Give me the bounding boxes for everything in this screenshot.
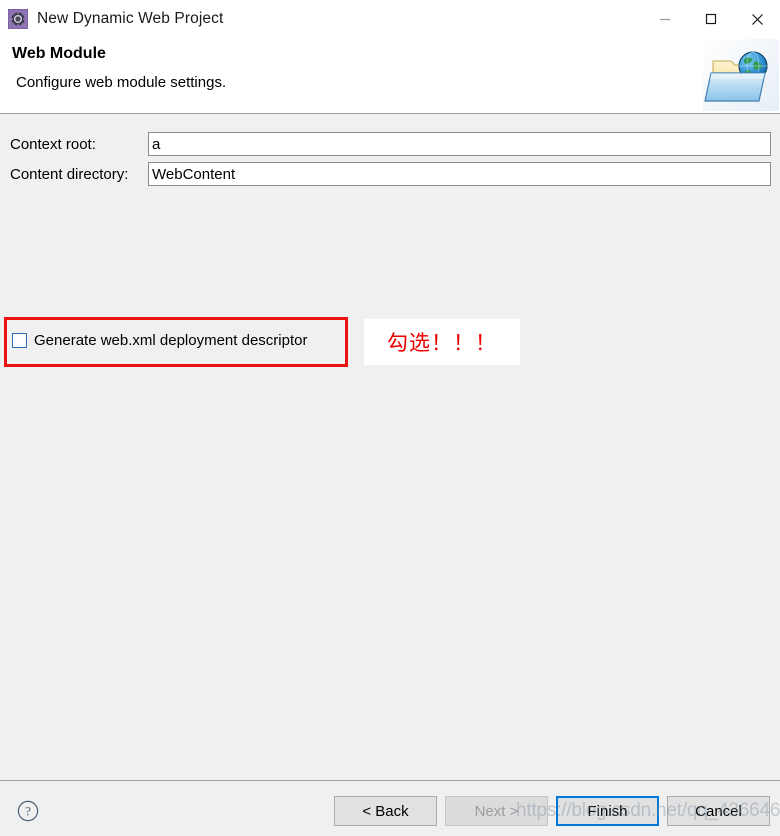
window-title: New Dynamic Web Project xyxy=(37,10,224,27)
generate-webxml-label: Generate web.xml deployment descriptor xyxy=(34,332,308,349)
eclipse-project-gear-icon xyxy=(7,8,29,30)
maximize-button[interactable] xyxy=(688,0,734,38)
title-bar: New Dynamic Web Project xyxy=(0,0,780,38)
close-icon xyxy=(751,13,763,25)
maximize-icon xyxy=(705,13,717,25)
new-dynamic-web-project-dialog: New Dynamic Web Project Web Module Confi… xyxy=(0,0,780,836)
cancel-button[interactable]: Cancel xyxy=(667,796,770,826)
page-description: Configure web module settings. xyxy=(16,74,227,91)
minimize-button[interactable] xyxy=(642,0,688,38)
wizard-body: Context root: Content directory: Generat… xyxy=(0,114,780,780)
annotation-callout: 勾选！！！ xyxy=(364,319,520,365)
minimize-icon xyxy=(660,18,670,21)
folder-with-globe-icon xyxy=(703,39,779,111)
next-button: Next > xyxy=(445,796,548,826)
back-button[interactable]: < Back xyxy=(334,796,437,826)
dialog-footer: ? < Back Next > Finish Cancel xyxy=(0,780,780,836)
content-directory-row: Content directory: xyxy=(0,162,780,186)
content-directory-label: Content directory: xyxy=(10,165,129,183)
wizard-header: Web Module Configure web module settings… xyxy=(0,38,780,114)
generate-webxml-checkbox[interactable] xyxy=(12,333,27,348)
finish-button[interactable]: Finish xyxy=(556,796,659,826)
context-root-input[interactable] xyxy=(148,132,771,156)
context-root-label: Context root: xyxy=(10,135,96,153)
window-controls xyxy=(642,0,780,38)
content-directory-input[interactable] xyxy=(148,162,771,186)
page-title: Web Module xyxy=(12,45,106,62)
question-mark-help-icon[interactable]: ? xyxy=(17,800,39,822)
button-bar: < Back Next > Finish Cancel xyxy=(334,796,770,826)
svg-text:?: ? xyxy=(25,804,31,819)
close-button[interactable] xyxy=(734,0,780,38)
context-root-row: Context root: xyxy=(0,132,780,156)
generate-webxml-checkbox-row[interactable]: Generate web.xml deployment descriptor xyxy=(12,332,307,349)
annotation-text: 勾选！！！ xyxy=(387,331,497,355)
